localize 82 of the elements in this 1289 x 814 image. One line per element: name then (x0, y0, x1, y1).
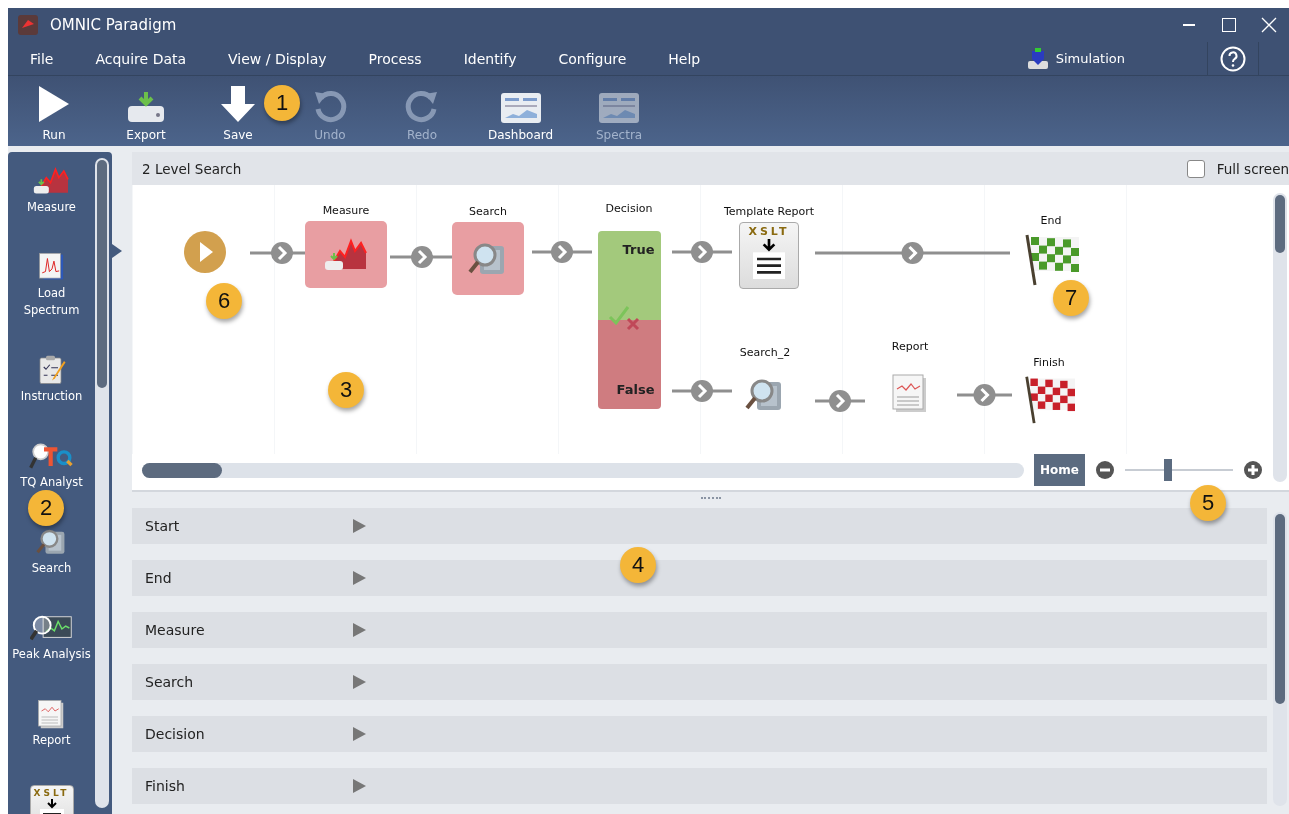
app-logo-icon (18, 15, 38, 35)
true-branch-label: True (597, 231, 661, 320)
toolbar-button[interactable]: Dashboard (488, 76, 554, 146)
decision-node[interactable]: True False (597, 231, 661, 409)
menu-item[interactable]: Identify (463, 50, 517, 67)
menu-item[interactable]: Acquire Data (95, 50, 187, 67)
zoom-out-button[interactable] (1095, 460, 1115, 480)
section-title: Search (145, 674, 195, 690)
menu-item[interactable]: View / Display (228, 50, 327, 67)
palette-item[interactable]: Measure (27, 199, 76, 216)
run-button[interactable]: Run (28, 76, 80, 146)
node-label: Template Report (723, 205, 815, 218)
connector-arrow (672, 240, 732, 264)
measure-node[interactable] (305, 221, 387, 288)
toolbar-button[interactable]: Save (212, 76, 264, 146)
redo-icon (404, 88, 440, 124)
undo-icon (312, 88, 348, 124)
clipboard-icon (36, 355, 67, 385)
vertical-scrollbar[interactable] (1273, 512, 1287, 806)
section-title: Finish (145, 778, 186, 794)
vertical-scrollbar[interactable] (1273, 193, 1287, 482)
node-label: Measure (322, 204, 370, 217)
report-icon (37, 699, 66, 729)
section-title: End (145, 570, 173, 586)
node-label: Finish (1033, 356, 1065, 369)
minimize-icon (1183, 24, 1195, 26)
help-button[interactable] (1207, 41, 1259, 76)
connector-arrow (390, 245, 454, 269)
xslt-document-icon: XSLT (29, 785, 74, 814)
workflow-title: 2 Level Search (142, 160, 243, 177)
magnifier-chart-icon (29, 613, 74, 643)
horizontal-scrollbar[interactable] (142, 462, 1025, 478)
property-section[interactable]: Search (132, 664, 1267, 700)
spectrum-file-icon (37, 252, 66, 282)
node-label: End (1040, 214, 1062, 227)
connector-arrow (815, 389, 865, 413)
dashboard-icon (499, 92, 542, 124)
help-icon (1220, 45, 1246, 72)
report-icon (891, 373, 929, 413)
window-title: OMNIC Paradigm (50, 16, 178, 34)
connector-arrow (957, 383, 1012, 407)
home-button[interactable]: Home (1034, 454, 1085, 486)
close-icon (1261, 17, 1277, 33)
menu-item[interactable]: Configure (558, 50, 627, 67)
spectrum-icon (324, 236, 368, 273)
drive-icon (126, 90, 166, 124)
zoom-in-button[interactable] (1243, 460, 1263, 480)
search-node[interactable] (452, 222, 524, 295)
node-label: Decision (605, 202, 653, 215)
section-title: Measure (145, 622, 206, 638)
palette-item[interactable]: Peak Analysis (12, 646, 91, 663)
palette-item[interactable]: Instruction (20, 388, 83, 405)
spectrum-icon (33, 166, 70, 196)
property-section[interactable]: Decision (132, 716, 1267, 752)
connector-arrow (532, 240, 592, 264)
palette-item[interactable]: TQ Analyst (20, 474, 83, 491)
section-title: Start (145, 518, 181, 534)
palette-item[interactable]: Search (31, 560, 72, 577)
dashboard-icon (598, 92, 641, 124)
menu-item[interactable]: File (30, 50, 54, 67)
property-section[interactable]: Finish (132, 768, 1267, 804)
node-label: Search (469, 205, 507, 218)
xslt-node[interactable]: XSLT (739, 222, 799, 289)
node-label: Report (891, 340, 929, 353)
play-icon (37, 84, 71, 124)
simulation-button[interactable]: Simulation (1025, 46, 1125, 71)
arrow-down-icon (220, 84, 256, 124)
menu-item[interactable]: Process (368, 50, 422, 67)
property-section[interactable]: Measure (132, 612, 1267, 648)
connector-arrow (672, 379, 732, 403)
start-play-icon[interactable] (183, 230, 227, 274)
magnifier-icon (29, 441, 74, 471)
scrollbar[interactable] (95, 158, 109, 808)
section-title: Decision (145, 726, 206, 742)
maximize-icon (1221, 17, 1237, 33)
false-branch-label: False (597, 319, 661, 409)
full-screen-checkbox[interactable]: Full screen (1186, 159, 1289, 178)
toolbar-button[interactable]: Export (120, 76, 172, 146)
palette-item[interactable]: Report (32, 732, 71, 749)
palette-item[interactable]: Load Spectrum (8, 285, 95, 319)
node-label: Search_2 (739, 346, 791, 359)
menu-item[interactable]: Help (668, 50, 701, 67)
